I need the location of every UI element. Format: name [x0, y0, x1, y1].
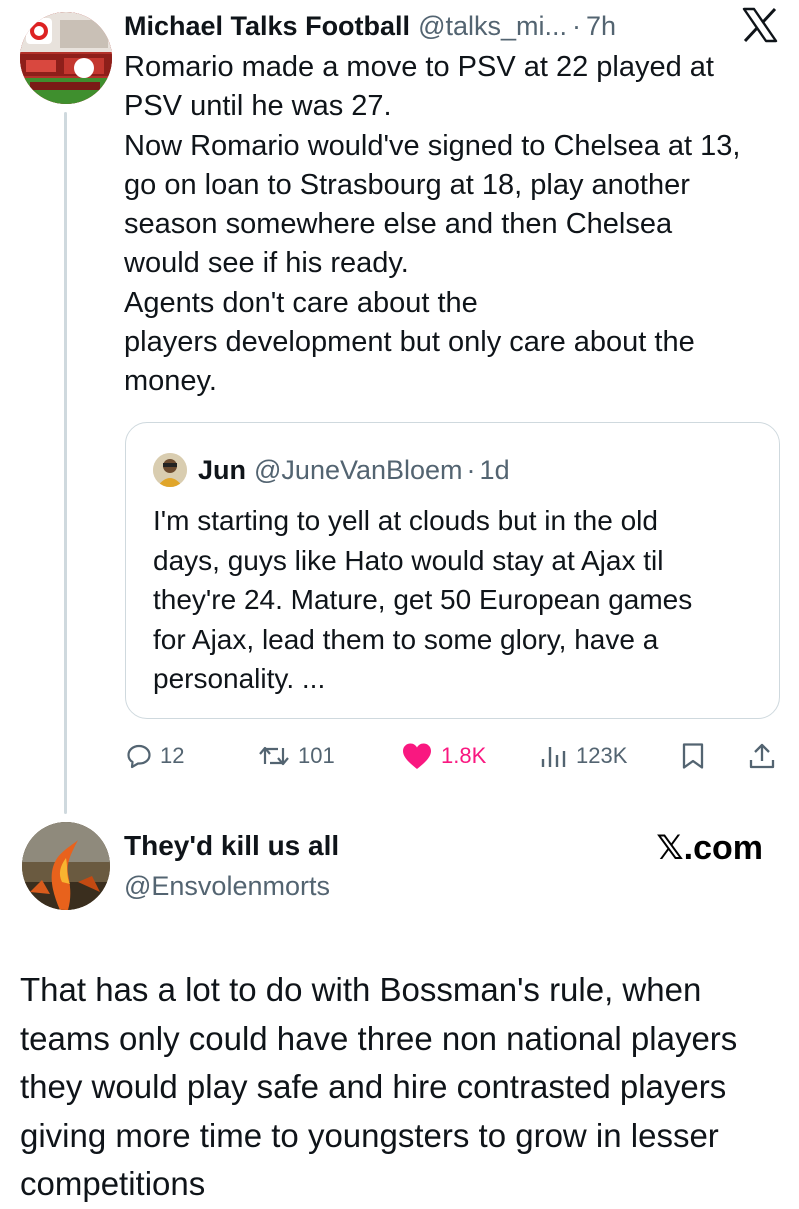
repost-count: 101: [298, 743, 335, 768]
bookmark-icon: [682, 743, 704, 769]
heart-icon: [403, 743, 431, 769]
avatar-image: [20, 12, 112, 104]
views-button[interactable]: 123K: [540, 734, 627, 778]
reply-text-line: giving more time to youngsters to grow i…: [20, 1116, 719, 1154]
reply-text-line: they would play safe and hire contrasted…: [20, 1068, 727, 1105]
quote-text-line: I'm starting to yell at clouds but in th…: [153, 505, 658, 536]
michael-talks-football-avatar[interactable]: [20, 12, 112, 104]
share-button[interactable]: [748, 734, 776, 778]
bookmark-button[interactable]: [680, 734, 706, 778]
quote-text-line: for Ajax, lead them to some glory, have …: [153, 623, 659, 655]
thread-connector-line: [64, 112, 67, 814]
reply-text-line: teams only could have three non national…: [20, 1019, 738, 1057]
tweet-text-line: Romario made a move to PSV at 22 played …: [124, 51, 714, 83]
tweet-header: Michael Talks Football @talks_mi... · 7h: [124, 6, 709, 46]
tweet-text-line: Now Romario would've signed to Chelsea a…: [124, 129, 741, 162]
separator-dot: ·: [572, 10, 581, 41]
reply-icon: [127, 744, 151, 769]
avatar-image: [22, 822, 110, 910]
reply-author-name[interactable]: They'd kill us all: [124, 826, 339, 866]
reply-author-avatar[interactable]: [22, 822, 110, 910]
quote-author-avatar[interactable]: [153, 453, 187, 487]
quote-body: I'm starting to yell at clouds but in th…: [153, 501, 763, 699]
like-button[interactable]: 1.8K: [401, 734, 486, 778]
reply-button[interactable]: 12: [126, 734, 184, 778]
x-logo-icon: [742, 7, 778, 43]
quoted-tweet-card[interactable]: Jun @JuneVanBloem · 1d I'm starting to y…: [125, 422, 780, 719]
x-com-watermark: 𝕏.com: [656, 829, 763, 867]
avatar-image: [153, 453, 187, 487]
quote-text-line: they're 24. Mature, get 50 European game…: [153, 584, 693, 615]
views-icon: [541, 747, 566, 767]
quote-time[interactable]: 1d: [480, 455, 510, 486]
author-name[interactable]: Michael Talks Football: [124, 11, 410, 42]
tweet-text-line: would see if his ready.: [124, 247, 409, 280]
reply-count: 12: [160, 743, 185, 768]
tweet-text-line: money.: [124, 365, 217, 398]
tweet-text-line: players development but only care about …: [124, 326, 695, 359]
repost-icon: [259, 746, 289, 766]
tweet-text-line: go on loan to Strasbourg at 18, play ano…: [124, 168, 690, 201]
quote-text-line: days, guys like Hato would stay at Ajax …: [153, 544, 664, 576]
tweet-time[interactable]: 7h: [586, 11, 616, 42]
separator-dot: ·: [466, 454, 476, 485]
views-count: 123K: [576, 743, 628, 768]
like-count: 1.8K: [441, 743, 487, 768]
reply-author-handle[interactable]: @Ensvolenmorts: [124, 866, 339, 906]
author-handle[interactable]: @talks_mi...: [418, 11, 567, 42]
tweet-text-line: season somewhere else and then Chelsea: [124, 208, 673, 241]
reply-text-line: competitions: [20, 1165, 206, 1202]
share-icon: [749, 743, 775, 769]
reply-text-line: That has a lot to do with Bossman's rule…: [20, 971, 702, 1008]
quote-header: Jun @JuneVanBloem · 1d: [198, 451, 510, 489]
repost-button[interactable]: 101: [258, 734, 335, 778]
quote-author-handle[interactable]: @JuneVanBloem: [254, 455, 463, 486]
tweet-text-line: Agents don't care about the: [124, 286, 478, 319]
quote-text-line: personality. ...: [153, 663, 326, 694]
tweet-action-bar: 12 101 1.8K 123K: [126, 734, 786, 778]
tweet-text-line: PSV until he was 27.: [124, 90, 392, 123]
quote-author-name[interactable]: Jun: [198, 455, 246, 486]
tweet-body: Romario made a move to PSV at 22 played …: [124, 48, 784, 402]
reply-header: They'd kill us all @Ensvolenmorts: [124, 826, 339, 906]
reply-body: That has a lot to do with Bossman's rule…: [20, 966, 790, 1209]
